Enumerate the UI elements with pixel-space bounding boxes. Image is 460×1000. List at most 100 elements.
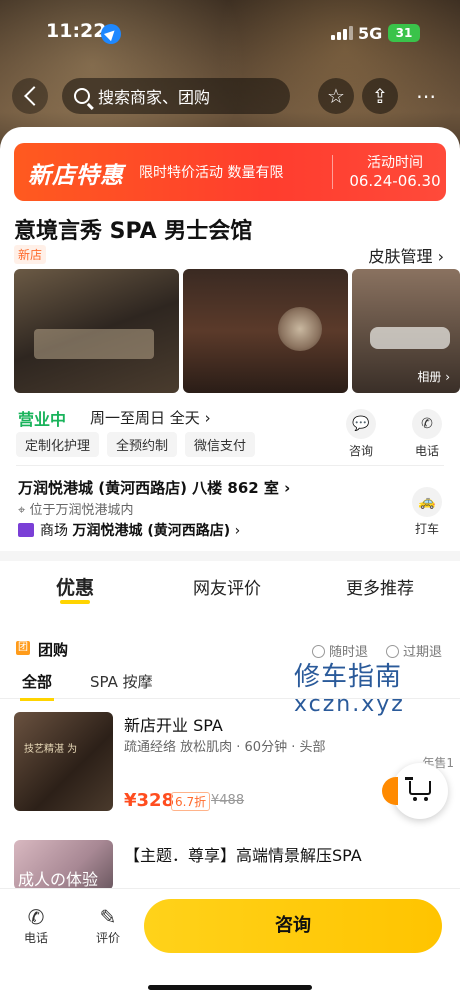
album-label: 相册 bbox=[417, 370, 442, 384]
watermark-line2: xczn.xyz bbox=[294, 692, 405, 717]
service-tags: 定制化护理 全预约制 微信支付 bbox=[16, 432, 256, 457]
bottom-phone-button[interactable]: ✆ 电话 bbox=[16, 905, 56, 946]
phone-icon: ✆ bbox=[27, 905, 45, 929]
search-input[interactable]: 搜索商家、团购 bbox=[62, 78, 290, 114]
album-link[interactable]: 相册 › bbox=[417, 368, 450, 385]
watermark-line1: 修车指南 bbox=[294, 662, 403, 692]
mall-link[interactable]: 商场 万润悦港城 (黄河西路店) › bbox=[18, 520, 240, 540]
thumb-text: 技艺精湛 为 bbox=[24, 744, 78, 755]
phone-shortcut-label: 电话 bbox=[414, 444, 439, 458]
chat-icon: 💬 bbox=[346, 409, 376, 439]
location-note: ⌖ 位于万润悦港城内 bbox=[18, 499, 133, 518]
group-deals-label: 团购 bbox=[38, 641, 69, 659]
gallery-photo[interactable] bbox=[183, 269, 348, 393]
address-text: 万润悦港城 (黄河西路店) 八楼 862 室 bbox=[18, 479, 279, 497]
promo-time-label: 活动时间 bbox=[367, 155, 423, 171]
discount-badge: 6.7折 bbox=[171, 792, 211, 811]
chevron-right-icon: › bbox=[437, 247, 444, 266]
open-status: 营业中 bbox=[18, 410, 67, 429]
gallery-photo[interactable] bbox=[14, 269, 179, 393]
original-price: ¥488 bbox=[211, 793, 245, 808]
promo-banner[interactable]: 新店特惠 限时特价活动 数量有限 活动时间 06.24-06.30 bbox=[14, 143, 446, 201]
promo-time-value: 06.24-06.30 bbox=[349, 172, 441, 190]
tab-deals[interactable]: 优惠 bbox=[56, 573, 94, 604]
service-tag: 定制化护理 bbox=[16, 432, 100, 457]
favorite-button[interactable]: ☆ bbox=[318, 78, 354, 114]
top-nav: 搜索商家、团购 ☆ ⇪ ⋯ bbox=[0, 74, 460, 118]
home-indicator bbox=[148, 985, 312, 990]
mall-prefix: 商场 bbox=[40, 523, 68, 539]
location-note-text: 位于万润悦港城内 bbox=[29, 503, 134, 518]
location-arrow-icon bbox=[101, 24, 121, 44]
refund-anytime-label: 随时退 bbox=[329, 645, 369, 660]
mall-name: 万润悦港城 (黄河西路店) bbox=[72, 523, 231, 539]
mall-icon bbox=[18, 523, 34, 537]
deal-title: 【主题．尊享】高端情景解压SPA bbox=[124, 846, 362, 865]
tab-recommendations[interactable]: 更多推荐 bbox=[346, 574, 414, 599]
more-icon: ⋯ bbox=[416, 84, 436, 108]
search-icon bbox=[74, 88, 90, 104]
car-icon: 🚕 bbox=[412, 487, 442, 517]
check-icon bbox=[386, 645, 399, 658]
gallery-photo[interactable]: 相册 › bbox=[352, 269, 460, 393]
taxi-label: 打车 bbox=[414, 522, 439, 536]
taxi-shortcut[interactable]: 🚕 打车 bbox=[412, 487, 442, 537]
deal-description: 疏通经络 放松肌肉 · 60分钟 · 头部 bbox=[124, 740, 326, 755]
more-button[interactable]: ⋯ bbox=[408, 78, 444, 114]
status-bar: 11:22 5G 31 bbox=[0, 0, 460, 66]
section-gap bbox=[0, 551, 460, 561]
chevron-right-icon: › bbox=[284, 479, 291, 497]
group-deals-header: 团 团购 随时退 过期退 bbox=[0, 637, 460, 663]
star-icon: ☆ bbox=[327, 84, 345, 108]
status-time: 11:22 bbox=[46, 20, 107, 42]
bottom-review-label: 评价 bbox=[95, 931, 120, 945]
battery-icon: 31 bbox=[388, 24, 420, 42]
promo-subtitle: 限时特价活动 数量有限 bbox=[139, 165, 284, 181]
divider bbox=[16, 465, 444, 466]
phone-shortcut[interactable]: ✆ 电话 bbox=[412, 409, 442, 459]
back-button[interactable] bbox=[12, 78, 48, 114]
cart-button[interactable] bbox=[382, 763, 448, 819]
thumb-text: 成人の体验 bbox=[18, 870, 99, 889]
promo-divider bbox=[332, 155, 333, 189]
chevron-right-icon: › bbox=[234, 523, 241, 539]
promo-title: 新店特惠 bbox=[28, 163, 124, 189]
search-placeholder: 搜索商家、团购 bbox=[98, 88, 211, 107]
check-icon bbox=[312, 645, 325, 658]
subtab-all[interactable]: 全部 bbox=[19, 671, 55, 701]
service-tag: 微信支付 bbox=[185, 432, 256, 457]
deal-thumbnail: 技艺精湛 为 bbox=[14, 712, 113, 811]
category-link-label: 皮肤管理 bbox=[368, 247, 433, 266]
deal-price: ¥328 bbox=[124, 790, 175, 811]
consult-shortcut-label: 咨询 bbox=[348, 444, 373, 458]
bottom-phone-label: 电话 bbox=[23, 931, 48, 945]
consult-button[interactable]: 咨询 bbox=[144, 899, 442, 953]
refund-expired: 过期退 bbox=[386, 641, 442, 660]
refund-anytime: 随时退 bbox=[312, 641, 368, 660]
network-type: 5G bbox=[358, 24, 383, 43]
shop-address[interactable]: 万润悦港城 (黄河西路店) 八楼 862 室 › bbox=[18, 477, 290, 498]
photo-gallery[interactable]: 相册 › bbox=[14, 269, 460, 393]
new-store-badge: 新店 bbox=[14, 245, 47, 264]
consult-shortcut[interactable]: 💬 咨询 bbox=[346, 409, 376, 459]
business-hours[interactable]: 周一至周日 全天 › bbox=[90, 407, 211, 428]
signal-icon bbox=[331, 26, 353, 40]
cart-icon bbox=[405, 777, 431, 801]
share-button[interactable]: ⇪ bbox=[362, 78, 398, 114]
service-tag: 全预约制 bbox=[107, 432, 178, 457]
category-link[interactable]: 皮肤管理 › bbox=[368, 243, 444, 267]
shop-name: 意境言秀 SPA 男士会馆 bbox=[14, 219, 253, 244]
subtab-spa[interactable]: SPA 按摩 bbox=[90, 671, 153, 692]
phone-icon: ✆ bbox=[412, 409, 442, 439]
deal-title: 新店开业 SPA bbox=[124, 716, 223, 735]
refund-expired-label: 过期退 bbox=[403, 645, 443, 660]
share-icon: ⇪ bbox=[371, 84, 389, 108]
tab-reviews[interactable]: 网友评价 bbox=[193, 574, 261, 599]
content-tabs: 优惠 网友评价 更多推荐 bbox=[0, 573, 460, 613]
business-hours-text: 周一至周日 全天 bbox=[90, 409, 200, 427]
shop-detail-card: 新店特惠 限时特价活动 数量有限 活动时间 06.24-06.30 意境言秀 S… bbox=[0, 127, 460, 1000]
edit-icon: ✎ bbox=[99, 905, 117, 929]
watermark: 修车指南 xczn.xyz bbox=[294, 663, 405, 719]
bottom-review-button[interactable]: ✎ 评价 bbox=[88, 905, 128, 946]
group-deal-icon: 团 bbox=[16, 641, 30, 655]
